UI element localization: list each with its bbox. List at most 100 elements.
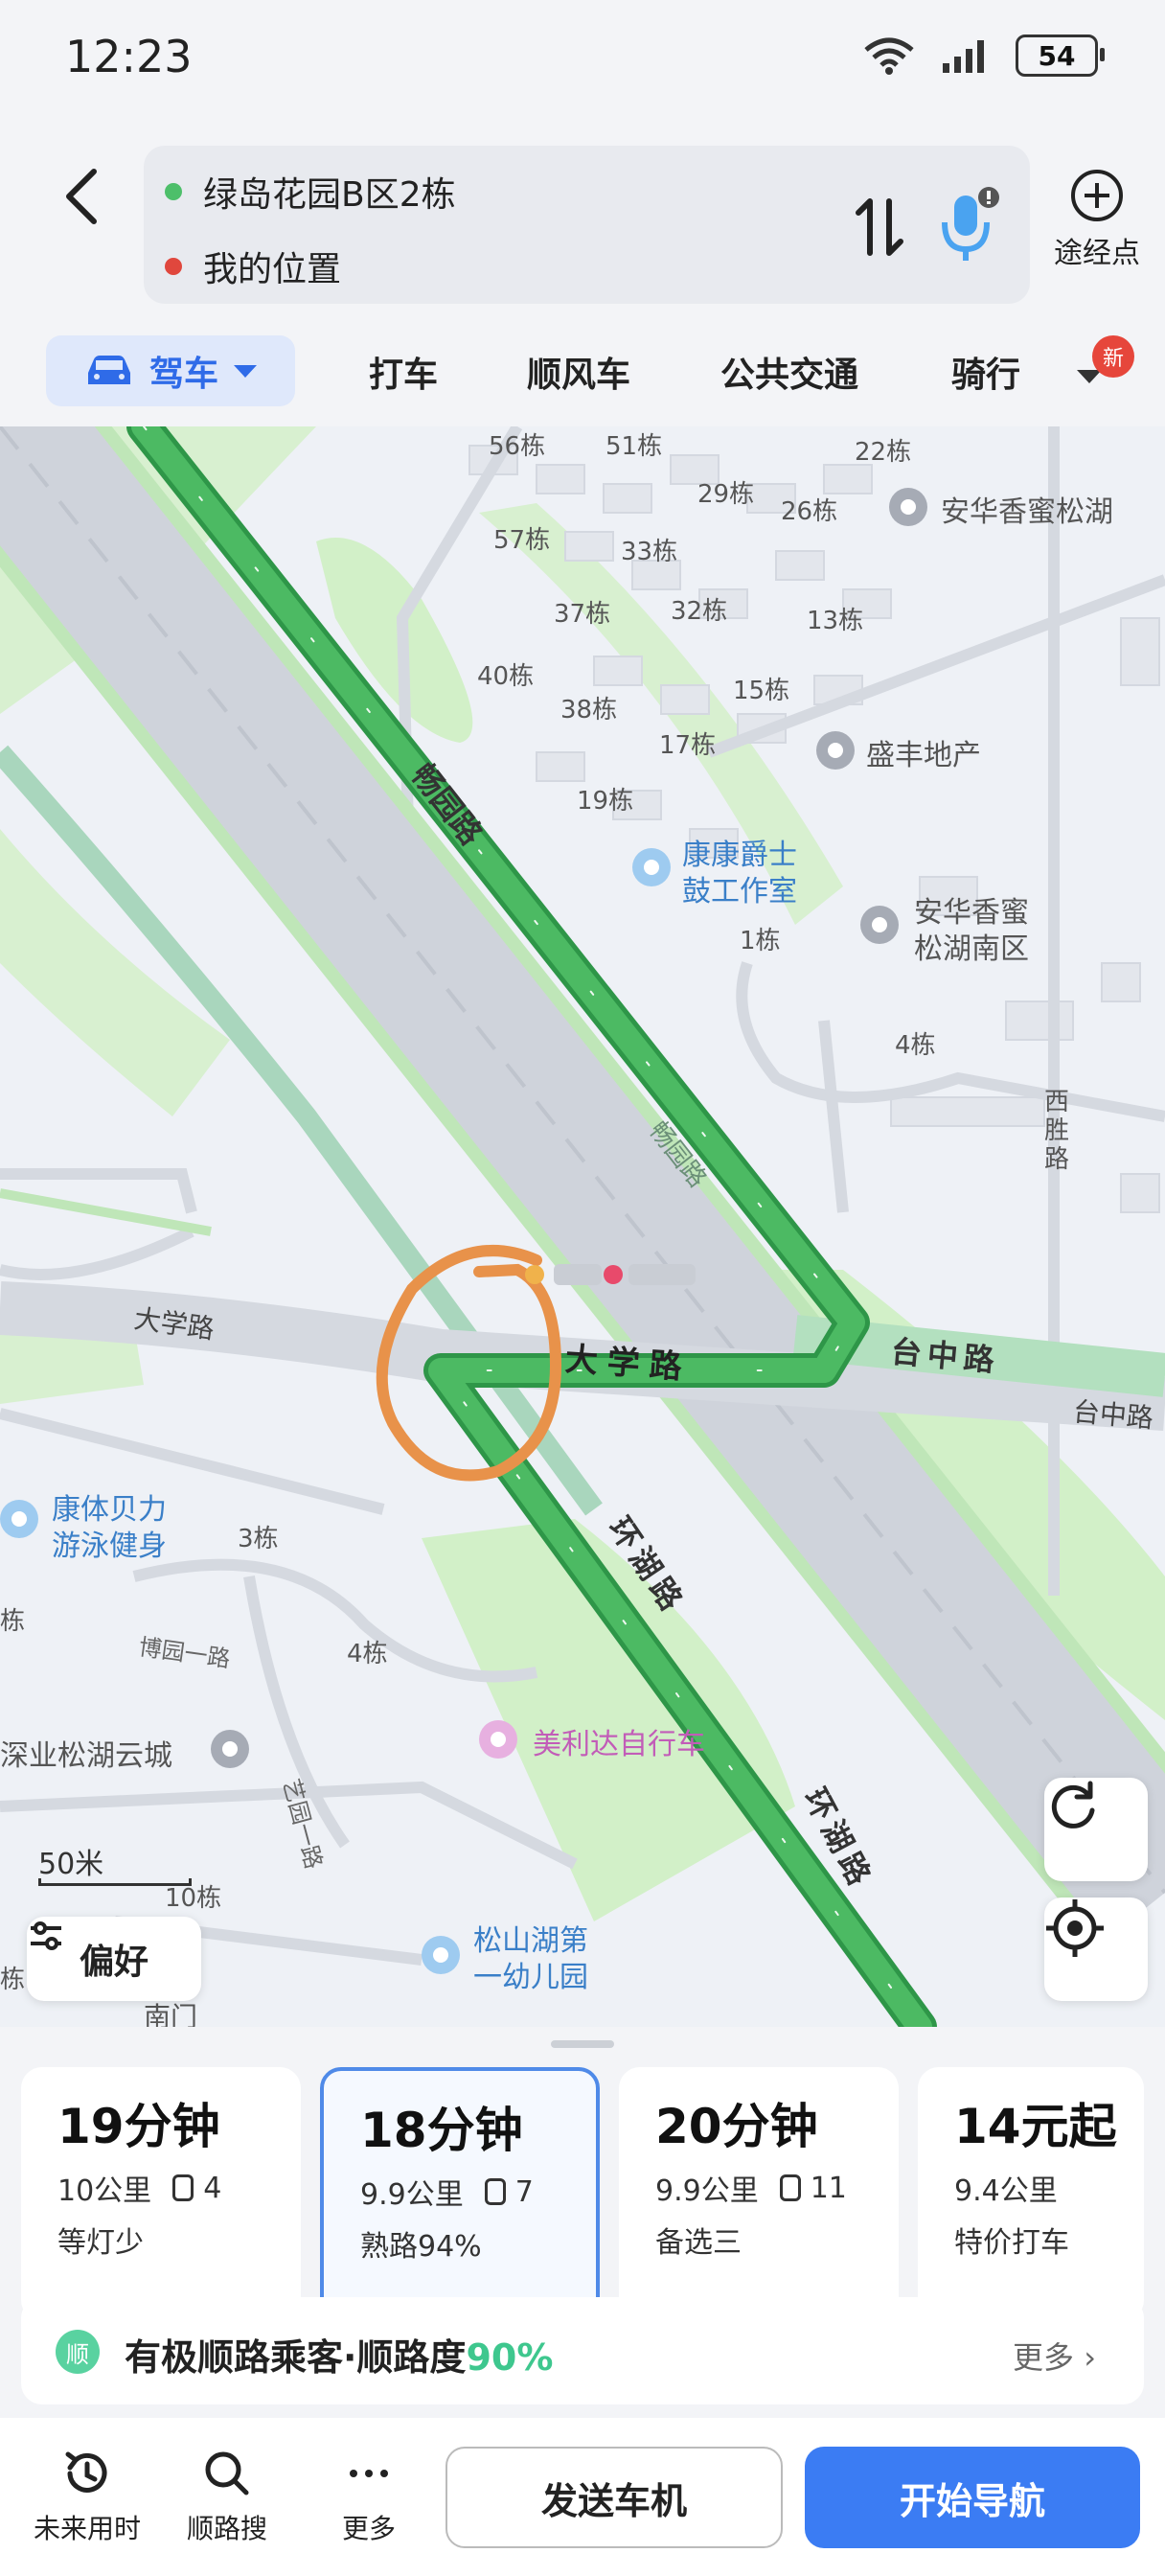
poi-label[interactable]: 安华香蜜松湖 (941, 488, 1113, 530)
building-label: 51栋 (605, 432, 663, 461)
route-lights: 4 (203, 2171, 222, 2205)
refresh-route-button[interactable] (1044, 1778, 1148, 1881)
action-bar: 未来用时 顺路搜 更多 发送车机 开始导航 (0, 2418, 1165, 2576)
building-label: 32栋 (671, 597, 728, 626)
map-canvas (0, 426, 1165, 2027)
taxi-option[interactable]: 14元起 9.4公里 特价打车 (918, 2067, 1144, 2321)
start-navigation-button[interactable]: 开始导航 (805, 2447, 1140, 2548)
building-label: 17栋 (659, 731, 717, 760)
building-label: 4栋 (895, 1031, 936, 1060)
search-along-label: 顺路搜 (186, 2513, 267, 2544)
taxi-price: 14元起 (954, 2099, 1117, 2154)
building-label: 56栋 (489, 432, 546, 461)
battery-indicator: 54 (1016, 34, 1105, 77)
route-distance: 9.9公里 (655, 2174, 759, 2208)
locate-me-button[interactable] (1044, 1898, 1148, 2001)
poi-label[interactable]: 深业松湖云城 (0, 1732, 172, 1774)
add-waypoint-button[interactable]: 途经点 (1044, 168, 1150, 271)
promo-percent: 90% (466, 2336, 554, 2379)
search-along-button[interactable]: 顺路搜 (165, 2447, 289, 2546)
road-label: 台中路 (1071, 1395, 1155, 1435)
caret-down-icon (234, 365, 257, 378)
poi-label[interactable]: 鼓工作室 (682, 867, 797, 909)
sheet-handle[interactable] (551, 2040, 614, 2048)
route-lights: 7 (514, 2174, 534, 2209)
tab-drive[interactable]: 驾车 (46, 335, 295, 406)
route-distance: 9.9公里 (360, 2178, 464, 2212)
route-distance: 10公里 (57, 2174, 152, 2208)
building-label: 38栋 (560, 696, 618, 724)
road-label: 大学路 (563, 1340, 693, 1388)
future-time-label: 未来用时 (33, 2513, 141, 2544)
route-time: 20分钟 (655, 2099, 818, 2154)
destination-field[interactable]: 我的位置 (165, 242, 341, 291)
transport-tabs: 驾车 打车 顺风车 公共交通 骑行 新 (0, 328, 1165, 414)
building-label: 13栋 (807, 607, 864, 635)
origin-field[interactable]: 绿岛花园B区2栋 (165, 167, 456, 217)
route-lights: 11 (810, 2171, 847, 2205)
traffic-light-icon (779, 2174, 801, 2201)
taxi-distance: 9.4公里 (954, 2174, 1058, 2208)
promo-text: 有极顺路乘客·顺路度90% (125, 2328, 553, 2380)
route-tag: 备选三 (655, 2226, 742, 2260)
waypoint-label: 途经点 (1054, 237, 1140, 270)
route-sheet: 19分钟 10公里 4 等灯少 18分钟 9.9公里 7 熟路94% 20分钟 … (0, 2027, 1165, 2576)
tab-taxi[interactable]: 打车 (369, 347, 438, 397)
signal-icon (943, 40, 984, 73)
road-label: 台中路 (889, 1333, 1002, 1379)
back-button[interactable] (54, 158, 111, 235)
building-label: 33栋 (621, 538, 678, 566)
map-view[interactable]: 畅园路 畅园路 大学路 大学路 台中路 台中路 环湖路 环湖路 西胜路 博园一路… (0, 426, 1165, 2027)
route-time: 19分钟 (57, 2099, 220, 2154)
map-scale: 50米 (38, 1848, 104, 1881)
more-dots-icon (350, 2470, 388, 2477)
route-time: 18分钟 (360, 2103, 523, 2158)
building-label: 4栋 (347, 1640, 388, 1668)
destination-text: 我的位置 (203, 250, 342, 289)
tab-transit[interactable]: 公共交通 (720, 347, 858, 397)
building-label: 栋 (0, 1607, 26, 1636)
route-tag: 熟路94% (360, 2230, 482, 2264)
poi-label[interactable]: 松湖南区 (914, 925, 1029, 967)
route-tag: 等灯少 (57, 2226, 144, 2260)
taxi-tag: 特价打车 (954, 2226, 1069, 2260)
origin-dot (165, 183, 182, 200)
send-to-car-button[interactable]: 发送车机 (445, 2447, 783, 2548)
poi-label[interactable]: 一幼儿园 (473, 1953, 588, 1995)
future-time-button[interactable]: 未来用时 (25, 2447, 149, 2546)
route-inputs: 绿岛花园B区2栋 我的位置 (144, 146, 1030, 304)
poi-label[interactable]: 美利达自行车 (533, 1720, 705, 1762)
road-label: 西胜路 (1044, 1088, 1070, 1174)
building-label: 40栋 (477, 662, 535, 691)
status-time: 12:23 (65, 31, 193, 82)
building-label: 57栋 (493, 526, 551, 555)
route-option-2[interactable]: 18分钟 9.9公里 7 熟路94% (320, 2067, 600, 2321)
map-scale-bar (38, 1878, 192, 1886)
plus-circle-icon (1071, 170, 1123, 221)
tab-ride[interactable]: 骑行 (951, 347, 1020, 397)
carpool-promo[interactable]: 顺 有极顺路乘客·顺路度90% 更多 › (21, 2297, 1144, 2404)
traffic-light-icon (172, 2174, 194, 2201)
preference-button[interactable]: 偏好 (27, 1917, 201, 2001)
route-option-3[interactable]: 20分钟 9.9公里 11 备选三 (619, 2067, 899, 2321)
building-label: 22栋 (855, 438, 912, 467)
more-button[interactable]: 更多 (307, 2447, 431, 2546)
traffic-light-icon (484, 2178, 506, 2205)
poi-label[interactable]: 盛丰地产 (866, 731, 981, 773)
crosshair-icon (1046, 1899, 1104, 1957)
poi-label[interactable]: 游泳健身 (52, 1522, 167, 1564)
voice-button[interactable] (929, 184, 1006, 265)
building-label: 栋 (0, 1966, 26, 1994)
more-label: 更多 (341, 2513, 396, 2544)
refresh-icon (1051, 1781, 1095, 1828)
route-option-1[interactable]: 19分钟 10公里 4 等灯少 (21, 2067, 301, 2321)
building-label: 15栋 (733, 677, 790, 705)
route-meta: 9.9公里 7 (360, 2171, 596, 2213)
carpool-badge: 顺 (56, 2330, 100, 2374)
battery-level: 54 (1038, 39, 1076, 72)
promo-more-link[interactable]: 更多 › (1013, 2334, 1096, 2378)
tab-carpool[interactable]: 顺风车 (527, 347, 630, 397)
car-icon (87, 356, 130, 384)
promo-main-text: 有极顺路乘客·顺路度 (125, 2336, 467, 2379)
swap-button[interactable] (851, 194, 908, 261)
